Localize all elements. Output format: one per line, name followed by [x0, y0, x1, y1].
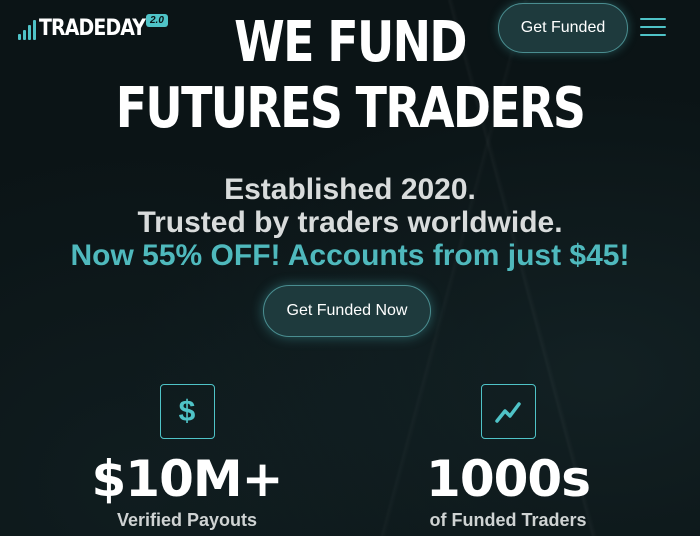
hero-headline: WE FUND FUTURES TRADERS: [0, 10, 700, 142]
stat-traders: 1000s of Funded Traders: [378, 384, 638, 531]
get-funded-now-button[interactable]: Get Funded Now: [263, 285, 431, 337]
promo-text: Now 55% OFF! Accounts from just $45!: [70, 239, 630, 272]
established-text: Established 2020.: [224, 173, 476, 206]
hero-subheadline: Established 2020. Trusted by traders wor…: [0, 173, 700, 272]
stat-label: Verified Payouts: [116, 510, 258, 530]
stat-label: of Funded Traders: [429, 510, 587, 530]
dollar-icon: $: [159, 384, 215, 439]
stat-payouts: $ $10M+ Verified Payouts: [57, 384, 317, 531]
headline-line-2: FUTURES TRADERS: [115, 76, 586, 141]
trend-up-icon: [480, 384, 536, 439]
stat-value: 1000s: [426, 450, 591, 508]
headline-line-1: WE FUND: [234, 10, 467, 75]
stat-value: $10M+: [91, 450, 283, 508]
trusted-text: Trusted by traders worldwide.: [137, 206, 563, 239]
